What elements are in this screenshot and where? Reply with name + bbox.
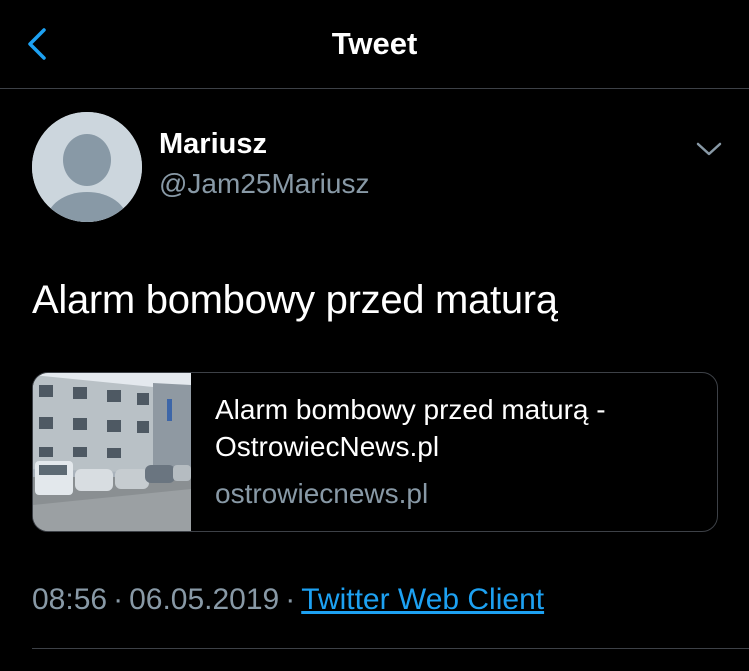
more-options-button[interactable] bbox=[692, 132, 726, 166]
meta-separator: · bbox=[285, 583, 296, 616]
tweet-text: Alarm bombowy przed maturą bbox=[32, 278, 558, 322]
link-card[interactable]: Alarm bombowy przed maturą - OstrowiecNe… bbox=[32, 372, 718, 532]
author-handle[interactable]: @Jam25Mariusz bbox=[159, 166, 369, 202]
card-title-line: OstrowiecNews.pl bbox=[215, 431, 440, 462]
card-title: Alarm bombowy przed maturą - OstrowiecNe… bbox=[215, 391, 695, 465]
card-domain: ostrowiecnews.pl bbox=[215, 478, 429, 509]
avatar[interactable] bbox=[32, 112, 142, 222]
tweet-date: 06.05.2019 bbox=[129, 583, 280, 616]
source-link[interactable]: Twitter Web Client bbox=[301, 583, 544, 616]
meta-separator: · bbox=[113, 583, 124, 616]
chevron-down-icon bbox=[696, 142, 722, 156]
nav-bar: Tweet bbox=[0, 0, 749, 89]
author-name[interactable]: Mariusz bbox=[159, 126, 267, 162]
default-avatar-icon bbox=[32, 112, 142, 222]
card-title-line: Alarm bombowy przed maturą - bbox=[215, 394, 606, 425]
page-title: Tweet bbox=[331, 26, 418, 61]
tweet-time: 08:56 bbox=[32, 583, 108, 616]
divider bbox=[32, 648, 749, 649]
tweet-meta: 08:56 · 06.05.2019 · Twitter Web Client bbox=[32, 580, 544, 620]
card-thumbnail-image bbox=[33, 373, 191, 531]
